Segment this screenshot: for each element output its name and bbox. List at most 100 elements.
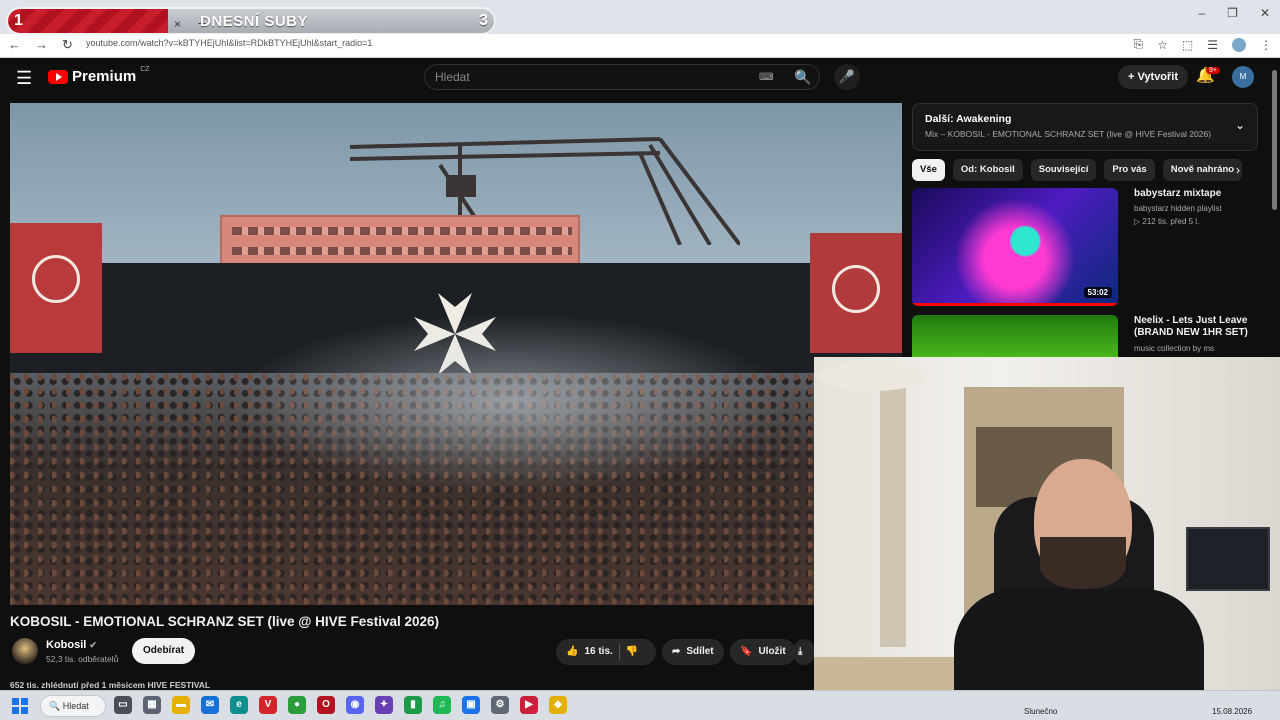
download-icon: ⤓ <box>798 646 803 657</box>
install-icon[interactable]: ⎘ <box>1134 37 1144 52</box>
taskbar-date[interactable]: 15.08.2026 <box>1212 707 1252 716</box>
recommendation-title[interactable]: babystarz mixtape <box>1134 188 1264 200</box>
verified-icon: ✔ <box>89 640 97 650</box>
recommendation-meta: ▷ 212 tis. před 5 l. <box>1134 217 1200 226</box>
browser-menu-icon[interactable]: ⋮ <box>1260 38 1272 52</box>
settings-icon[interactable]: ⚙ <box>491 696 509 714</box>
sub-goal-overlay: 1 × + DNESNÍ SUBY 3 <box>6 7 496 35</box>
like-dislike-group: 👍 16 tis. 👎 <box>556 639 656 665</box>
forward-icon[interactable]: → <box>35 37 48 53</box>
edge-icon[interactable]: e <box>230 696 248 714</box>
address-bar: ← → ↻ youtube.com/watch?v=kBTYHEjUhl&lis… <box>0 34 1280 58</box>
discord-icon[interactable]: ◉ <box>346 696 364 714</box>
app-star-icon[interactable]: ✦ <box>375 696 393 714</box>
windows-taskbar: 🔍 Hledat ▭ ▦ ▬ ✉ e V ● O ◉ ✦ ▮ ♫ ▣ ⚙ ▶ ◆ Slunečno 15.08… <box>0 690 1280 720</box>
widgets-icon[interactable]: ▦ <box>143 696 161 714</box>
save-button[interactable]: 🔖 Uložit <box>730 639 796 665</box>
sub-goal-title: DNESNÍ SUBY <box>200 13 309 30</box>
minimize-icon[interactable]: – <box>1198 6 1205 20</box>
chip-related[interactable]: Související <box>1030 159 1097 181</box>
video-frame-building <box>220 215 580 267</box>
reload-icon[interactable]: ↻ <box>62 37 73 53</box>
reading-list-icon[interactable]: ☰ <box>1207 38 1218 52</box>
video-thumbnail[interactable]: 53:02 <box>912 188 1118 306</box>
browser-tabbar: 1 × + DNESNÍ SUBY 3 – ❐ ✕ <box>0 0 1280 35</box>
app-green-icon[interactable]: ▮ <box>404 696 422 714</box>
spotify-icon[interactable]: ♫ <box>433 696 451 714</box>
app-yellow-icon[interactable]: ◆ <box>549 696 567 714</box>
chip-for-you[interactable]: Pro vás <box>1104 159 1155 181</box>
youtube-premium-logo[interactable]: Premium CZ <box>48 66 150 85</box>
recommendation-channel[interactable]: music collection by ms <box>1134 344 1214 353</box>
taskbar-search-label: Hledat <box>62 701 89 711</box>
dislike-icon[interactable]: 👎 <box>626 639 638 665</box>
sub-goal-target: 3 <box>479 12 488 29</box>
taskview-icon[interactable]: ▭ <box>114 696 132 714</box>
close-window-icon[interactable]: ✕ <box>1260 6 1270 20</box>
keyboard-icon[interactable]: ⌨ <box>759 72 773 83</box>
channel-name-text[interactable]: Kobosil <box>46 639 86 651</box>
address-bar-actions: ⎘ ☆ ⬚ ☰ ⋮ <box>1134 37 1272 52</box>
subscriber-count: 52,3 tis. odběratelů <box>46 654 119 664</box>
chrome-icon[interactable]: ● <box>288 696 306 714</box>
channel-avatar[interactable] <box>12 638 38 664</box>
maximize-icon[interactable]: ❐ <box>1227 6 1238 20</box>
page-scrollbar[interactable] <box>1272 70 1277 210</box>
chip-recently-uploaded[interactable]: Nově nahráno <box>1162 159 1243 181</box>
video-frame-left-tower <box>10 223 102 353</box>
video-thumbnail[interactable] <box>912 315 1118 357</box>
share-button[interactable]: ➦ Sdílet <box>662 639 724 665</box>
nav-buttons: ← → ↻ <box>8 37 73 53</box>
download-button[interactable]: ⤓ <box>794 639 814 665</box>
app-window-icon[interactable]: ▣ <box>462 696 480 714</box>
logo-country: CZ <box>140 66 150 73</box>
microphone-icon[interactable]: 🎤 <box>834 64 860 90</box>
taskbar-apps: ▭ ▦ ▬ ✉ e V ● O ◉ ✦ ▮ ♫ ▣ ⚙ ▶ ◆ <box>114 696 567 714</box>
chevron-right-icon[interactable]: › <box>1236 163 1240 177</box>
chip-from-kobosil[interactable]: Od: Kobosil <box>952 159 1023 181</box>
bookmark-star-icon[interactable]: ☆ <box>1157 38 1168 52</box>
account-avatar[interactable]: M <box>1232 66 1254 88</box>
notifications-badge: 9+ <box>1206 67 1220 74</box>
browser-profile-avatar[interactable] <box>1232 37 1246 52</box>
mix-playlist-panel[interactable]: Další: Awakening Mix – KOBOSIL - EMOTION… <box>912 103 1258 151</box>
back-icon[interactable]: ← <box>8 37 21 53</box>
recommendation-channel[interactable]: babystarz hidden playlist <box>1134 204 1222 213</box>
hamburger-menu-icon[interactable]: ☰ <box>16 68 32 89</box>
webcam-overlay <box>814 357 1280 707</box>
list-item[interactable]: Neelix - Lets Just Leave (BRAND NEW 1HR … <box>912 315 1272 357</box>
chevron-down-icon[interactable]: ⌄ <box>1235 118 1245 132</box>
subscribe-button[interactable]: Odebírat <box>132 638 196 664</box>
logo-text: Premium <box>72 68 137 85</box>
url-field[interactable]: youtube.com/watch?v=kBTYHEjUhl&list=RDkB… <box>86 38 372 48</box>
tab-close-icon[interactable]: × <box>174 17 181 31</box>
windows-start-icon[interactable] <box>12 698 28 714</box>
mail-icon[interactable]: ✉ <box>201 696 219 714</box>
like-count[interactable]: 16 tis. <box>584 639 612 665</box>
window-controls: – ❐ ✕ <box>1198 6 1270 20</box>
recommendation-title[interactable]: Neelix - Lets Just Leave (BRAND NEW 1HR … <box>1134 315 1264 339</box>
video-player[interactable] <box>10 103 902 605</box>
search-icon[interactable]: 🔍 <box>790 64 816 90</box>
weather-status[interactable]: Slunečno <box>1024 707 1057 716</box>
taskbar-search[interactable]: 🔍 Hledat <box>40 695 106 717</box>
duration-badge: 53:02 <box>1083 287 1112 298</box>
explorer-icon[interactable]: ▬ <box>172 696 190 714</box>
watch-progress-bar <box>912 303 1118 306</box>
youtube-header: ☰ Premium CZ Hledat ⌨ 🔍 🎤 + Vytvořit 🔔 9… <box>0 58 1280 98</box>
chip-all[interactable]: Vše <box>912 159 945 181</box>
sub-goal-progress-bar <box>8 9 169 33</box>
share-icon: ➦ <box>672 646 681 657</box>
video-frame-right-tower <box>810 233 902 353</box>
extensions-icon[interactable]: ⬚ <box>1182 38 1193 52</box>
list-item[interactable]: 53:02 babystarz mixtape babystarz hidden… <box>912 188 1272 308</box>
like-icon[interactable]: 👍 <box>566 639 578 665</box>
opera-icon[interactable]: O <box>317 696 335 714</box>
search-box[interactable]: Hledat ⌨ <box>424 64 820 90</box>
app-red-icon[interactable]: ▶ <box>520 696 538 714</box>
search-input[interactable]: Hledat <box>435 70 470 84</box>
playlist-next-title: Další: Awakening <box>925 113 1012 125</box>
channel-name[interactable]: Kobosil ✔ <box>46 639 97 651</box>
vivaldi-icon[interactable]: V <box>259 696 277 714</box>
create-button[interactable]: + Vytvořit <box>1118 65 1189 89</box>
